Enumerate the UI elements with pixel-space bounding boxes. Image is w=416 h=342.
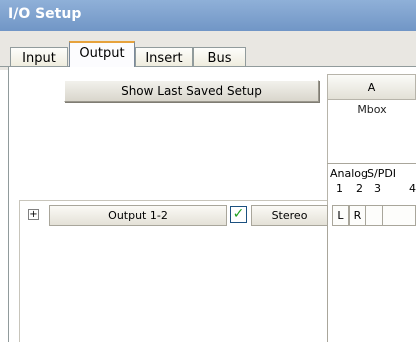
show-last-saved-setup-button[interactable]: Show Last Saved Setup bbox=[64, 80, 319, 102]
path-name-button[interactable]: Output 1-2 bbox=[49, 205, 227, 226]
channel-number-4: 4 bbox=[409, 182, 416, 195]
channel-number-1: 1 bbox=[336, 182, 343, 195]
device-column-header[interactable]: A bbox=[327, 74, 416, 100]
tab-output[interactable]: Output bbox=[69, 41, 135, 67]
channel-assign-left[interactable]: L bbox=[332, 205, 349, 226]
channel-header-divider bbox=[327, 163, 416, 164]
path-enabled-checkbox[interactable]: ✓ bbox=[230, 206, 247, 223]
tab-strip: Input Output Insert Bus bbox=[0, 31, 416, 70]
expand-icon[interactable]: + bbox=[28, 209, 39, 220]
window-title: I/O Setup bbox=[0, 0, 416, 31]
channel-assign-3[interactable] bbox=[366, 205, 383, 226]
channel-group-analog: Analog bbox=[330, 167, 369, 180]
channel-assign-4[interactable] bbox=[383, 205, 416, 226]
channel-assign-right[interactable]: R bbox=[349, 205, 366, 226]
device-name: Mbox bbox=[327, 100, 416, 220]
channel-number-3: 3 bbox=[374, 182, 381, 195]
channel-group-spdif: S/PDI bbox=[367, 167, 397, 180]
channel-number-2: 2 bbox=[356, 182, 363, 195]
path-format-button[interactable]: Stereo bbox=[251, 205, 328, 226]
